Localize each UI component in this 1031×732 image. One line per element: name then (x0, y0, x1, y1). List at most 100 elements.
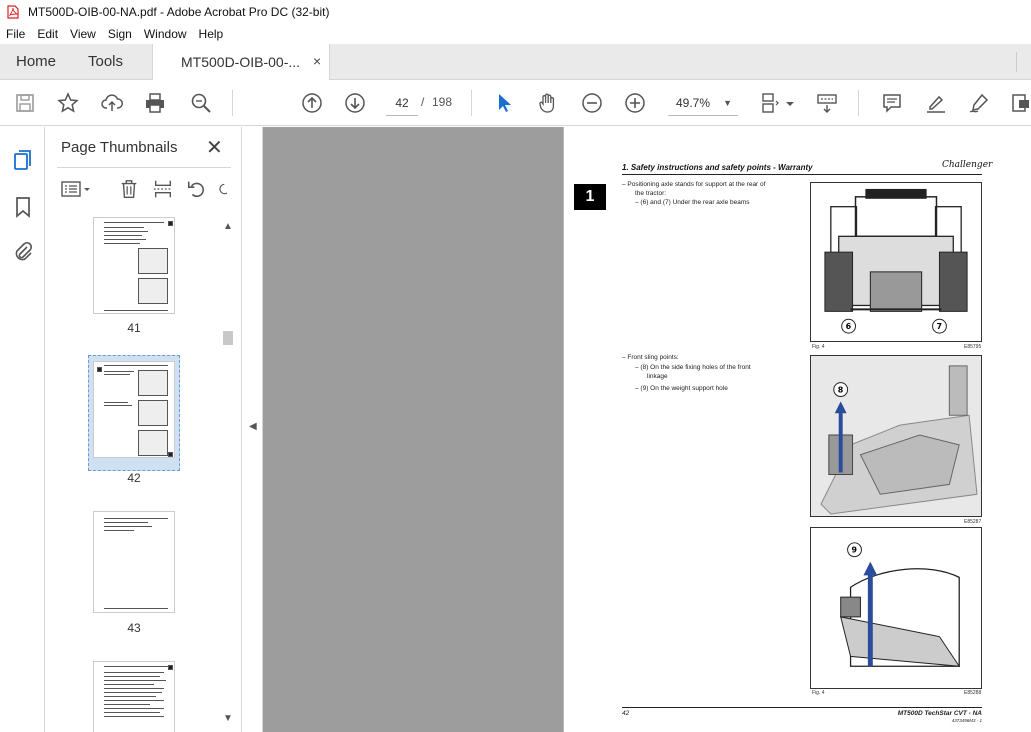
menu-help[interactable]: Help (199, 27, 224, 41)
page-header: 1. Safety instructions and safety points… (622, 163, 982, 175)
page-separator: / (421, 95, 425, 109)
page-footer: 42 MT500D TechStar CVT - NA 4373496M3 - … (622, 707, 982, 723)
thumbnail-page[interactable] (93, 217, 175, 314)
page-fit-icon[interactable] (758, 91, 782, 115)
close-icon[interactable]: ✕ (206, 135, 223, 160)
hand-icon[interactable] (535, 91, 559, 115)
tab-home[interactable]: Home (16, 53, 56, 70)
thumbnail-panel: Page Thumbnails ✕ 41 42 43 ▲ ▼ (45, 127, 242, 732)
page-total: 198 (432, 95, 453, 109)
chevron-down-icon[interactable] (784, 91, 796, 115)
menu-edit[interactable]: Edit (37, 27, 58, 41)
divider (57, 167, 231, 168)
figure-code: E85288 (964, 690, 982, 696)
window-title: MT500D-OIB-00-NA.pdf - Adobe Acrobat Pro… (28, 5, 330, 19)
rotate-ccw-icon[interactable] (185, 177, 209, 201)
callout-label: 9 (852, 546, 858, 555)
comment-icon[interactable] (880, 91, 904, 115)
callout-label: 8 (838, 386, 844, 395)
save-icon[interactable] (13, 91, 37, 115)
zoom-in-icon[interactable] (623, 91, 647, 115)
callout-label: 6 (846, 322, 852, 331)
star-icon[interactable] (56, 91, 80, 115)
toolbar-separator (858, 90, 859, 116)
pages-icon[interactable] (11, 148, 35, 172)
upload-icon[interactable] (100, 91, 124, 115)
figure-tractor-rear: 6 7 (810, 182, 982, 342)
scroll-down-icon[interactable]: ▼ (223, 713, 233, 724)
bookmark-icon[interactable] (11, 195, 35, 219)
arrow-down-icon[interactable] (343, 91, 367, 115)
toolbar-separator (471, 90, 472, 116)
chevron-down-icon: ▼ (723, 98, 732, 108)
menu-window[interactable]: Window (144, 27, 187, 41)
pdf-icon (7, 5, 19, 19)
pdf-page: 1. Safety instructions and safety points… (564, 127, 1031, 732)
sign-icon[interactable] (967, 91, 991, 115)
menu-file[interactable]: File (6, 27, 25, 41)
page-number-input[interactable]: 42 (386, 90, 418, 116)
bullet-text: – (6) and (7) Under the rear axle beams (635, 199, 750, 206)
previous-page-area (263, 127, 563, 732)
panel-collapse-strip[interactable]: ◀ (243, 127, 263, 732)
tab-overflow (1016, 52, 1030, 72)
title-bar: MT500D-OIB-00-NA.pdf - Adobe Acrobat Pro… (0, 0, 1031, 24)
menu-view[interactable]: View (70, 27, 96, 41)
bullet-text: – Positioning axle stands for support at… (622, 181, 766, 188)
brand-logo: Challenger (942, 160, 993, 170)
rotate-cw-icon[interactable] (215, 177, 231, 201)
callout-label: 7 (936, 322, 942, 331)
thumbnail-toolbar (57, 177, 235, 203)
thumbnail-scrollbar[interactable]: ▲ ▼ (221, 217, 235, 727)
thumbnail-page-number: 41 (127, 321, 141, 335)
collapse-arrow-icon[interactable]: ◀ (249, 421, 257, 432)
menu-sign[interactable]: Sign (108, 27, 132, 41)
tab-document-label: MT500D-OIB-00-... (181, 54, 301, 70)
thumbnail-page-number: 43 (127, 621, 141, 635)
bullet-text: – (9) On the weight support hole (635, 385, 728, 392)
scroll-mode-icon[interactable] (815, 91, 839, 115)
zoom-value: 49.7% (676, 96, 711, 110)
chapter-marker: 1 (574, 184, 606, 210)
figure-front-linkage: 8 (810, 355, 982, 517)
tab-bar: Home Tools MT500D-OIB-00-... × (0, 44, 1031, 80)
zoom-select[interactable]: 49.7% ▼ (668, 90, 738, 116)
figure-code: E85795 (964, 344, 982, 350)
scrollbar-thumb[interactable] (223, 331, 233, 345)
search-icon[interactable] (189, 91, 213, 115)
arrow-up-icon[interactable] (300, 91, 324, 115)
page-footer-title: MT500D TechStar CVT - NA (897, 710, 982, 717)
figure-caption: Fig. 4 (812, 690, 825, 696)
figure-weight-support: 9 (810, 527, 982, 689)
navigation-rail (0, 127, 45, 732)
zoom-out-icon[interactable] (580, 91, 604, 115)
tab-tools[interactable]: Tools (88, 53, 123, 70)
delete-icon[interactable] (117, 177, 141, 201)
thumbnail-page[interactable] (93, 511, 175, 613)
tab-document[interactable]: MT500D-OIB-00-... × (152, 44, 330, 80)
export-icon[interactable] (1008, 91, 1031, 115)
page-footer-code: 4373496M3 - 1 (951, 718, 982, 723)
document-viewer[interactable]: ◀ 1. Safety instructions and safety poin… (243, 127, 1031, 732)
bullet-text: linkage (647, 373, 668, 380)
page-footer-number: 42 (622, 710, 630, 717)
highlight-icon[interactable] (924, 91, 948, 115)
figure-caption: Fig. 4 (812, 344, 825, 350)
figure-code: E85287 (964, 519, 982, 525)
thumbnail-list: 41 42 43 (45, 217, 225, 732)
bullet-text: – Front sling points: (622, 354, 679, 361)
extract-icon[interactable] (151, 177, 175, 201)
toolbar-separator (232, 90, 233, 116)
scroll-up-icon[interactable]: ▲ (223, 221, 233, 232)
bullet-text: the tractor: (635, 190, 667, 197)
thumbnail-page-number: 42 (127, 471, 141, 485)
thumbnail-page-selected[interactable] (93, 361, 175, 458)
menu-bar: File Edit View Sign Window Help (0, 24, 1031, 44)
thumbnail-panel-title: Page Thumbnails (61, 139, 178, 156)
tab-close-button[interactable]: × (313, 53, 321, 69)
attachment-icon[interactable] (11, 240, 35, 264)
options-icon[interactable] (59, 177, 93, 201)
thumbnail-page[interactable] (93, 661, 175, 732)
print-icon[interactable] (143, 91, 167, 115)
select-cursor-icon[interactable] (492, 91, 516, 115)
